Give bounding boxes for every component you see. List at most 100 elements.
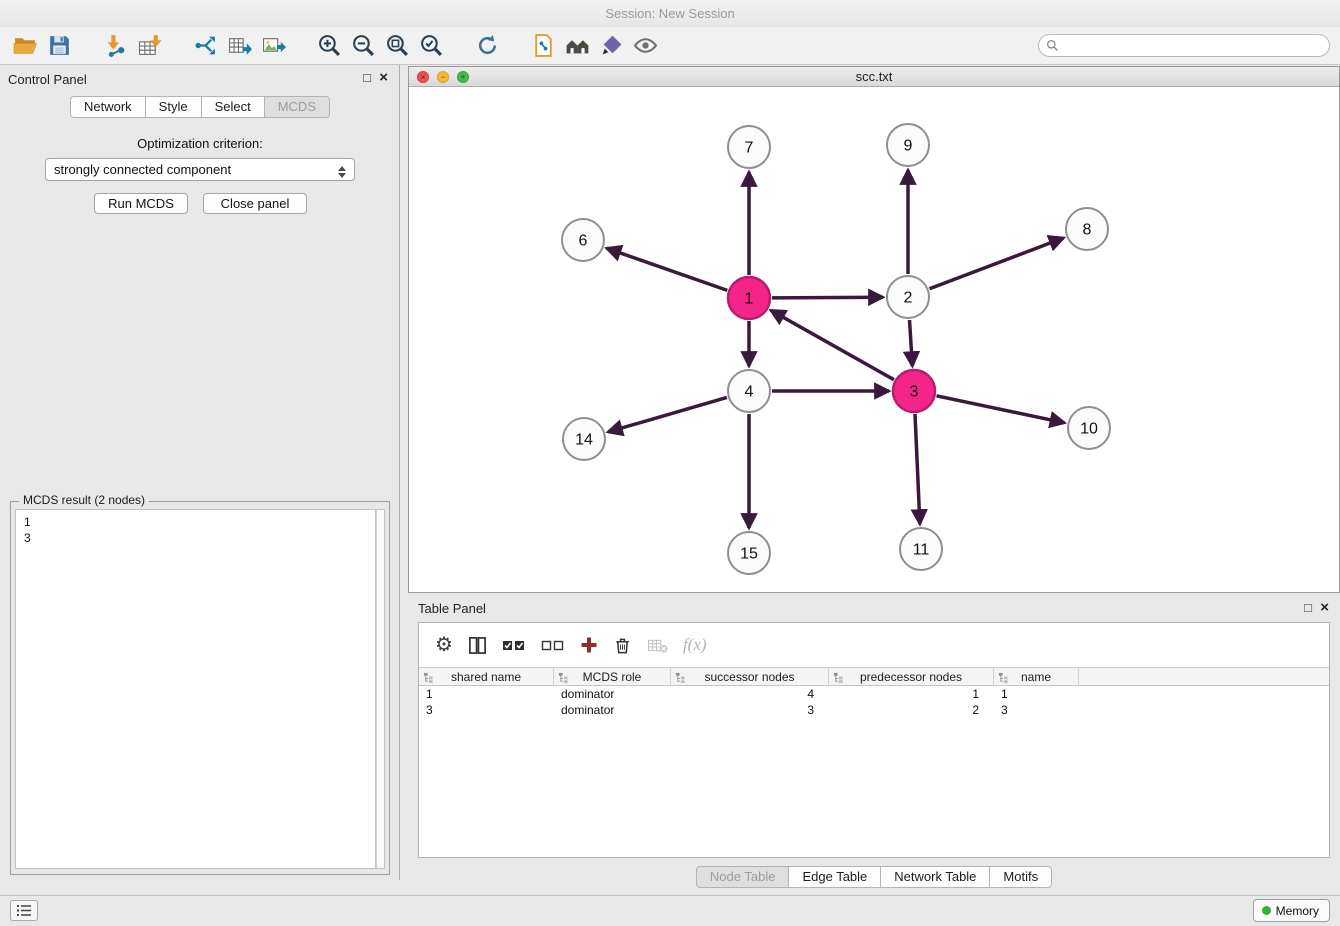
graph-node-7[interactable]: 7 — [728, 126, 770, 168]
network-table-button[interactable] — [222, 30, 256, 62]
tab-network[interactable]: Network — [70, 96, 146, 118]
deselect-all-button[interactable] — [541, 637, 565, 654]
svg-text:1: 1 — [745, 291, 754, 308]
graph-node-4[interactable]: 4 — [728, 370, 770, 412]
save-floppy-icon — [47, 33, 72, 58]
table-settings-button[interactable]: ⚙ — [435, 635, 453, 655]
delete-table-icon — [647, 637, 668, 654]
graph-node-2[interactable]: 2 — [887, 276, 929, 318]
tab-network-table[interactable]: Network Table — [880, 866, 990, 888]
copy-network-view-button[interactable] — [526, 30, 560, 62]
tab-node-table[interactable]: Node Table — [696, 866, 790, 888]
save-session-button[interactable] — [42, 30, 76, 62]
first-neighbors-button[interactable] — [560, 30, 594, 62]
mcds-result-list[interactable]: 13 — [15, 509, 376, 869]
window-zoom-icon[interactable] — [457, 71, 469, 83]
delete-entry-button[interactable] — [613, 636, 632, 655]
tab-mcds[interactable]: MCDS — [264, 96, 330, 118]
window-minimize-icon[interactable] — [437, 71, 449, 83]
graph-edge-4-14[interactable] — [608, 397, 727, 432]
graph-edge-3-1[interactable] — [771, 310, 894, 379]
table-row[interactable]: 3dominator323 — [419, 702, 1329, 718]
memory-button[interactable]: Memory — [1253, 899, 1330, 922]
column-header-shared-name[interactable]: shared name — [419, 668, 554, 686]
graph-node-6[interactable]: 6 — [562, 219, 604, 261]
graph-node-11[interactable]: 11 — [900, 528, 942, 570]
export-image-icon — [261, 33, 286, 58]
graph-edge-2-8[interactable] — [930, 238, 1064, 289]
graph-edge-2-3[interactable] — [910, 320, 913, 366]
graph-edge-3-11[interactable] — [915, 414, 920, 524]
toolbar-spacer — [166, 45, 188, 46]
zoom-fit-button[interactable] — [380, 30, 414, 62]
import-network-icon — [103, 33, 128, 58]
column-header-name[interactable]: name — [994, 668, 1079, 686]
mcds-result-scrollbar[interactable] — [376, 509, 385, 869]
column-header-MCDS-role[interactable]: MCDS role — [554, 668, 671, 686]
sort-tree-icon — [833, 672, 844, 683]
table-toolbar: ⚙ f(x) — [419, 623, 1329, 667]
show-columns-button[interactable] — [468, 636, 487, 655]
graph-node-9[interactable]: 9 — [887, 124, 929, 166]
import-network-button[interactable] — [98, 30, 132, 62]
main-toolbar — [0, 27, 1340, 65]
graph-edge-1-6[interactable] — [607, 248, 728, 290]
search-input[interactable] — [1063, 39, 1329, 53]
table-header-row: shared nameMCDS rolesuccessor nodesprede… — [419, 667, 1329, 686]
close-table-panel-icon[interactable]: × — [1320, 600, 1329, 615]
delete-table-button[interactable] — [647, 637, 668, 654]
apply-style-button[interactable] — [594, 30, 628, 62]
mcds-result-value: 1 — [24, 514, 375, 530]
float-panel-icon[interactable]: □ — [363, 71, 371, 84]
control-panel: Control Panel □ × NetworkStyleSelectMCDS… — [0, 65, 400, 880]
zoom-selected-button[interactable] — [414, 30, 448, 62]
graph-node-15[interactable]: 15 — [728, 532, 770, 574]
window-close-icon[interactable] — [417, 71, 429, 83]
tab-edge-table[interactable]: Edge Table — [788, 866, 881, 888]
refresh-layout-button[interactable] — [470, 30, 504, 62]
show-hide-graphics-button[interactable] — [628, 30, 662, 62]
control-panel-title: Control Panel — [8, 72, 87, 87]
select-all-button[interactable] — [502, 637, 526, 654]
graph-node-1[interactable]: 1 — [728, 277, 770, 319]
graph-edge-1-2[interactable] — [772, 297, 883, 298]
tab-select[interactable]: Select — [201, 96, 265, 118]
tab-style[interactable]: Style — [145, 96, 202, 118]
svg-text:9: 9 — [904, 138, 913, 155]
column-header-predecessor-nodes[interactable]: predecessor nodes — [829, 668, 994, 686]
float-table-panel-icon[interactable]: □ — [1304, 601, 1312, 614]
network-canvas[interactable]: 1 2 3 4 6 7 8 9 10 11 14 15 — [409, 87, 1339, 592]
new-network-button[interactable] — [188, 30, 222, 62]
import-table-button[interactable] — [132, 30, 166, 62]
table-row[interactable]: 1dominator411 — [419, 686, 1329, 702]
search-box[interactable] — [1038, 34, 1330, 57]
graph-node-8[interactable]: 8 — [1066, 208, 1108, 250]
add-entry-button[interactable] — [580, 636, 598, 654]
column-header-successor-nodes[interactable]: successor nodes — [671, 668, 829, 686]
optimization-select[interactable]: strongly connected component — [45, 158, 355, 181]
tab-motifs[interactable]: Motifs — [989, 866, 1052, 888]
zoom-selected-icon — [419, 33, 444, 58]
zoom-out-button[interactable] — [346, 30, 380, 62]
function-builder-button[interactable]: f(x) — [683, 635, 707, 655]
graph-node-3[interactable]: 3 — [893, 370, 935, 412]
mcds-result-value: 3 — [24, 530, 375, 546]
task-list-icon — [16, 904, 32, 917]
columns-icon — [468, 636, 487, 655]
open-session-button[interactable] — [8, 30, 42, 62]
toolbar-spacer — [76, 45, 98, 46]
network-document-icon — [531, 33, 556, 58]
graph-node-14[interactable]: 14 — [563, 418, 605, 460]
plus-icon — [580, 636, 598, 654]
zoom-in-button[interactable] — [312, 30, 346, 62]
graph-node-10[interactable]: 10 — [1068, 407, 1110, 449]
close-panel-icon[interactable]: × — [379, 70, 388, 85]
table-cell: dominator — [554, 686, 671, 702]
close-panel-button[interactable]: Close panel — [203, 193, 307, 214]
svg-text:6: 6 — [579, 233, 588, 250]
graph-edge-3-10[interactable] — [937, 396, 1065, 423]
style-brush-icon — [599, 33, 624, 58]
task-history-button[interactable] — [10, 900, 38, 921]
export-image-button[interactable] — [256, 30, 290, 62]
run-mcds-button[interactable]: Run MCDS — [94, 193, 188, 214]
